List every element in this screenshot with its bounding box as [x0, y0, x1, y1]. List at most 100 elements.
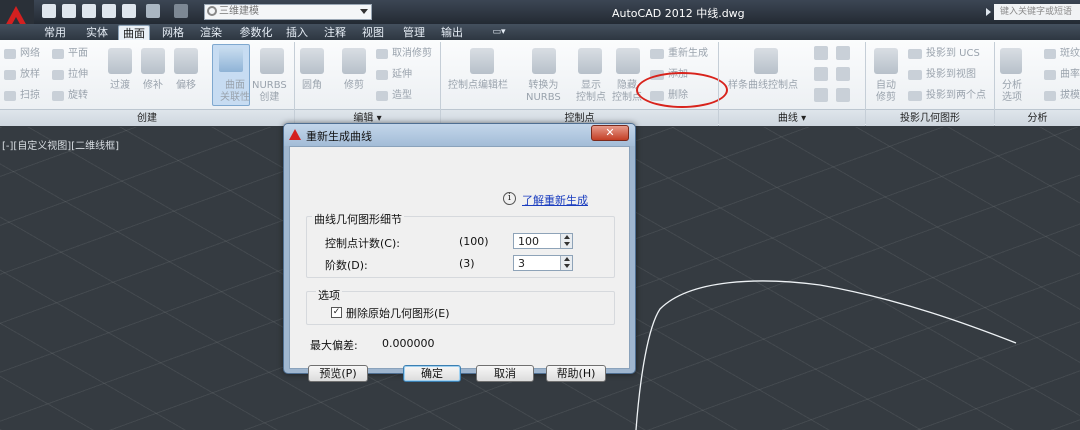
tab-solid[interactable]: 实体: [82, 25, 112, 40]
extend-button[interactable]: 延伸: [392, 69, 412, 81]
blend-button[interactable]: 过渡: [110, 80, 130, 92]
offset-icon[interactable]: [174, 48, 198, 74]
stepper-buttons[interactable]: [560, 256, 572, 270]
tab-output[interactable]: 输出: [438, 25, 466, 40]
close-button[interactable]: ✕: [591, 125, 629, 141]
open-icon[interactable]: [62, 4, 76, 18]
curve-tool-icon[interactable]: [814, 67, 828, 81]
sweep-icon[interactable]: [4, 91, 16, 101]
save-as-icon[interactable]: [102, 4, 116, 18]
curve-tool-icon[interactable]: [836, 88, 850, 102]
tab-annotate[interactable]: 注释: [322, 25, 348, 40]
print-icon[interactable]: [122, 4, 136, 18]
curvature-icon[interactable]: [1044, 70, 1056, 80]
sculpt-icon[interactable]: [376, 91, 388, 101]
project-two-points-icon[interactable]: [908, 91, 922, 101]
tab-insert[interactable]: 插入: [284, 25, 310, 40]
auto-trim-button[interactable]: 自动 修剪: [876, 80, 896, 104]
tab-mesh[interactable]: 网格: [158, 25, 188, 40]
cancel-button[interactable]: 取消: [476, 365, 534, 382]
revolve-button[interactable]: 旋转: [68, 90, 88, 102]
patch-icon[interactable]: [141, 48, 165, 74]
learn-rebuild-link[interactable]: 了解重新生成: [522, 192, 588, 208]
project-ucs-icon[interactable]: [908, 49, 922, 59]
convert-nurbs-icon[interactable]: [532, 48, 556, 74]
new-icon[interactable]: [42, 4, 56, 18]
patch-button[interactable]: 修补: [143, 80, 163, 92]
tab-more-icon[interactable]: ▭▾: [488, 25, 510, 40]
search-input[interactable]: 键入关键字或短语: [994, 4, 1080, 20]
trim-icon[interactable]: [342, 48, 366, 74]
curvature-button[interactable]: 曲率: [1060, 69, 1080, 81]
curve-tool-icon[interactable]: [814, 46, 828, 60]
panel-analysis-footer[interactable]: 分析: [995, 109, 1080, 126]
fillet-icon[interactable]: [300, 48, 324, 74]
blend-icon[interactable]: [108, 48, 132, 74]
ok-button[interactable]: 确定: [403, 365, 461, 382]
project-ucs-button[interactable]: 投影到 UCS: [926, 48, 980, 60]
planar-button[interactable]: 平面: [68, 48, 88, 60]
revolve-icon[interactable]: [52, 91, 64, 101]
project-two-points-button[interactable]: 投影到两个点: [926, 90, 986, 102]
degree-stepper[interactable]: 3: [513, 255, 573, 271]
rebuild-button[interactable]: 重新生成: [668, 48, 708, 60]
extrude-button[interactable]: 拉伸: [68, 69, 88, 81]
loft-button[interactable]: 放样: [20, 69, 40, 81]
delete-original-checkbox[interactable]: ✓: [331, 307, 342, 318]
network-surface-icon[interactable]: [4, 49, 16, 59]
rebuild-icon[interactable]: [650, 49, 664, 59]
control-points-stepper[interactable]: 100: [513, 233, 573, 249]
draft-icon[interactable]: [1044, 91, 1056, 101]
analysis-options-icon[interactable]: [1000, 48, 1022, 74]
tab-parametric[interactable]: 参数化: [236, 25, 276, 40]
preview-button[interactable]: 预览(P): [308, 365, 368, 382]
panel-projection-footer[interactable]: 投影几何图形: [866, 109, 994, 126]
fillet-button[interactable]: 圆角: [302, 80, 322, 92]
sweep-button[interactable]: 扫掠: [20, 90, 40, 102]
extend-icon[interactable]: [376, 70, 388, 80]
workspace-dropdown[interactable]: 三维建模: [204, 4, 372, 20]
sculpt-button[interactable]: 造型: [392, 90, 412, 102]
dialog-title-bar[interactable]: 重新生成曲线 ✕: [284, 124, 635, 146]
project-view-icon[interactable]: [908, 70, 922, 80]
help-button[interactable]: 帮助(H): [546, 365, 606, 382]
show-cv-button[interactable]: 显示 控制点: [576, 80, 606, 104]
convert-nurbs-button[interactable]: 转换为 NURBS: [526, 80, 561, 104]
loft-icon[interactable]: [4, 70, 16, 80]
redo-icon[interactable]: [174, 4, 188, 18]
untrim-icon[interactable]: [376, 49, 388, 59]
nurbs-create-button[interactable]: NURBS 创建: [252, 80, 287, 104]
curve-tool-icon[interactable]: [814, 88, 828, 102]
undo-icon[interactable]: [146, 4, 160, 18]
tab-render[interactable]: 渲染: [196, 25, 226, 40]
delete-original-label[interactable]: 删除原始几何图形(E): [346, 305, 450, 321]
panel-curves-footer[interactable]: 曲线 ▾: [719, 109, 865, 126]
zebra-icon[interactable]: [1044, 49, 1056, 59]
project-view-button[interactable]: 投影到视图: [926, 69, 976, 81]
zebra-button[interactable]: 斑纹: [1060, 48, 1080, 60]
trim-button[interactable]: 修剪: [344, 80, 364, 92]
search-expand-icon[interactable]: [986, 8, 991, 16]
planar-icon[interactable]: [52, 49, 64, 59]
analysis-options-button[interactable]: 分析 选项: [1002, 80, 1022, 104]
curve-tool-icon[interactable]: [836, 46, 850, 60]
show-cv-icon[interactable]: [578, 48, 602, 74]
draft-button[interactable]: 拔模: [1060, 90, 1080, 102]
stepper-buttons[interactable]: [560, 234, 572, 248]
cv-edit-bar-icon[interactable]: [470, 48, 494, 74]
hide-cv-icon[interactable]: [616, 48, 640, 74]
panel-create-footer[interactable]: 创建: [0, 109, 294, 126]
save-icon[interactable]: [82, 4, 96, 18]
tab-home[interactable]: 常用: [40, 25, 70, 40]
network-button[interactable]: 网络: [20, 48, 40, 60]
tab-surface[interactable]: 曲面: [118, 25, 150, 40]
spline-cv-button[interactable]: 样条曲线控制点: [728, 80, 798, 92]
auto-trim-icon[interactable]: [874, 48, 898, 74]
tab-manage[interactable]: 管理: [400, 25, 428, 40]
curve-tool-icon[interactable]: [836, 67, 850, 81]
tab-view[interactable]: 视图: [360, 25, 386, 40]
extrude-icon[interactable]: [52, 70, 64, 80]
nurbs-icon[interactable]: [260, 48, 284, 74]
offset-button[interactable]: 偏移: [176, 80, 196, 92]
untrim-button[interactable]: 取消修剪: [392, 48, 432, 60]
